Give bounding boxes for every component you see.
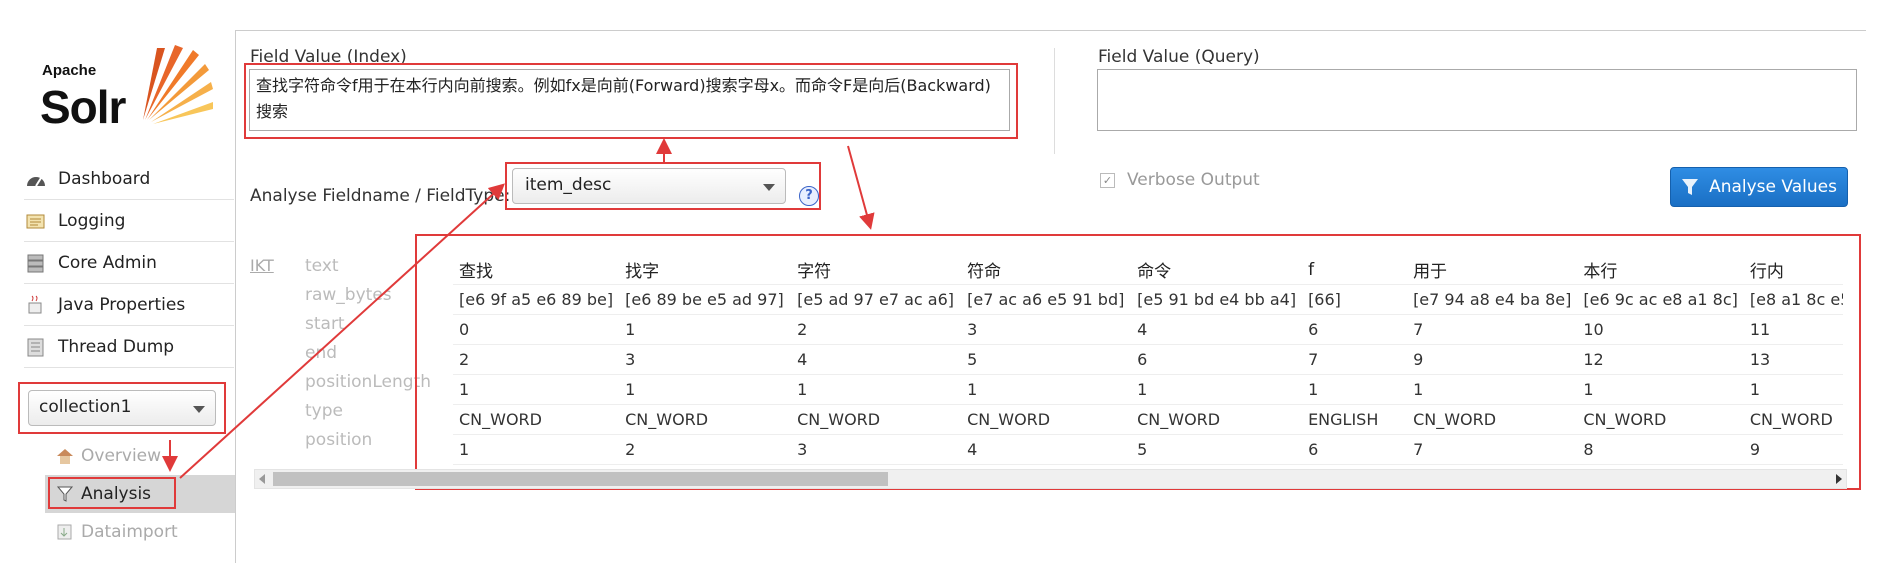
row-label: start bbox=[305, 314, 345, 334]
verbose-label: Verbose Output bbox=[1127, 170, 1260, 190]
solr-sun-icon bbox=[143, 45, 213, 124]
core-admin-icon bbox=[24, 253, 48, 273]
scrollbar-thumb[interactable] bbox=[273, 472, 888, 486]
java-icon bbox=[24, 295, 48, 315]
analyse-values-button[interactable]: Analyse Values bbox=[1670, 167, 1848, 207]
dataimport-icon bbox=[55, 522, 75, 542]
nav-label: Core Admin bbox=[58, 252, 157, 273]
sidebar: Apache Solr Dashboard Logging Core Admin… bbox=[0, 0, 235, 562]
nav-label: Logging bbox=[58, 210, 126, 231]
logo-solr-text: Solr bbox=[40, 81, 126, 133]
row-label: positionLength bbox=[305, 372, 431, 392]
nav-core-admin[interactable]: Core Admin bbox=[24, 242, 234, 284]
logging-icon bbox=[24, 211, 48, 231]
dashboard-icon bbox=[24, 169, 48, 189]
horizontal-scrollbar[interactable] bbox=[254, 469, 1847, 489]
nav-label: Java Properties bbox=[58, 294, 186, 315]
core-nav-label: Dataimport bbox=[81, 522, 178, 542]
query-field-label: Field Value (Query) bbox=[1098, 47, 1260, 67]
column-divider bbox=[1054, 48, 1055, 154]
nav-thread-dump[interactable]: Thread Dump bbox=[24, 326, 234, 368]
nav-dashboard[interactable]: Dashboard bbox=[24, 158, 234, 200]
scroll-left-icon[interactable] bbox=[259, 474, 265, 484]
core-nav-dataimport[interactable]: Dataimport bbox=[45, 513, 235, 551]
row-label: type bbox=[305, 401, 343, 421]
core-nav-label: Overview bbox=[81, 446, 162, 466]
filter-icon bbox=[1681, 177, 1699, 197]
query-field-input[interactable] bbox=[1097, 69, 1857, 131]
core-selector[interactable]: collection1 bbox=[28, 390, 216, 426]
core-selector-highlight: collection1 bbox=[18, 382, 226, 434]
row-label: text bbox=[305, 256, 339, 276]
fieldtype-highlight bbox=[505, 162, 821, 210]
analysis-highlight bbox=[48, 477, 176, 509]
scroll-right-icon[interactable] bbox=[1836, 474, 1842, 484]
token-table-highlight bbox=[415, 234, 1861, 490]
row-label: position bbox=[305, 430, 373, 450]
core-selector-value: collection1 bbox=[39, 397, 132, 417]
analyse-values-label: Analyse Values bbox=[1709, 177, 1837, 197]
fieldname-label: Analyse Fieldname / FieldType: bbox=[250, 186, 511, 206]
nav-java-properties[interactable]: Java Properties bbox=[24, 284, 234, 326]
index-field-highlight bbox=[244, 63, 1018, 139]
tokenizer-name[interactable]: IKT bbox=[250, 256, 274, 275]
chevron-down-icon bbox=[193, 406, 205, 413]
verbose-output[interactable]: ✓ Verbose Output bbox=[1100, 170, 1260, 190]
thread-dump-icon bbox=[24, 337, 48, 357]
row-label: end bbox=[305, 343, 338, 363]
home-icon bbox=[55, 446, 75, 466]
main-nav: Dashboard Logging Core Admin Java Proper… bbox=[24, 158, 234, 368]
row-label: raw_bytes bbox=[305, 285, 392, 305]
logo-apache-text: Apache bbox=[42, 62, 97, 79]
solr-logo[interactable]: Apache Solr bbox=[40, 40, 215, 135]
help-icon[interactable]: ? bbox=[799, 186, 819, 206]
core-nav-overview[interactable]: Overview bbox=[45, 437, 235, 475]
nav-logging[interactable]: Logging bbox=[24, 200, 234, 242]
verbose-checkbox[interactable]: ✓ bbox=[1100, 172, 1115, 188]
nav-label: Dashboard bbox=[58, 168, 151, 189]
nav-label: Thread Dump bbox=[58, 336, 175, 357]
